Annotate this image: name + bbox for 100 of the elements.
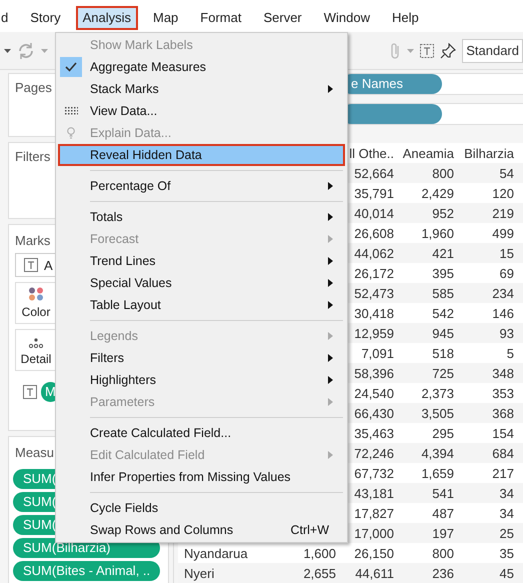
table-cell: 44,062 bbox=[354, 246, 394, 260]
menu-item[interactable]: Create Calculated Field... bbox=[58, 422, 345, 444]
table-cell: 72,246 bbox=[354, 446, 394, 460]
table-cell: 30,418 bbox=[354, 306, 394, 320]
table-cell: 24,540 bbox=[354, 386, 394, 400]
caret-icon[interactable] bbox=[4, 48, 11, 52]
table-cell: 52,664 bbox=[354, 166, 394, 180]
submenu-arrow-icon bbox=[328, 451, 333, 459]
color-dots-icon bbox=[28, 287, 44, 301]
table-cell: 26,172 bbox=[354, 266, 394, 280]
submenu-arrow-icon bbox=[328, 235, 333, 243]
table-cell: 395 bbox=[432, 266, 454, 280]
table-cell: 518 bbox=[432, 346, 454, 360]
table-cell: 3,505 bbox=[421, 406, 454, 420]
table-cell: 12,959 bbox=[354, 326, 394, 340]
refresh-icon[interactable] bbox=[17, 42, 35, 60]
table-cell: 58,396 bbox=[354, 366, 394, 380]
table-cell: 154 bbox=[492, 426, 514, 440]
submenu-arrow-icon bbox=[328, 301, 333, 309]
table-cell: 487 bbox=[432, 506, 454, 520]
menu-item[interactable]: Totals bbox=[58, 206, 345, 228]
column-header: ll Othe.. bbox=[348, 146, 394, 160]
table-cell: 44,611 bbox=[355, 566, 394, 580]
menu-item[interactable]: Filters bbox=[58, 347, 345, 369]
table-cell: 34 bbox=[500, 506, 514, 520]
table-cell: 4,394 bbox=[421, 446, 454, 460]
text-icon[interactable] bbox=[23, 385, 37, 399]
table-cell: 236 bbox=[432, 566, 454, 580]
submenu-arrow-icon bbox=[328, 213, 333, 221]
table-cell: 368 bbox=[492, 406, 514, 420]
menu-item[interactable]: Trend Lines bbox=[58, 250, 345, 272]
menu-bar-item[interactable]: Analysis bbox=[76, 6, 138, 30]
menu-bar-item[interactable]: Server bbox=[256, 6, 309, 30]
menu-bar-item[interactable]: d bbox=[0, 6, 16, 30]
table-cell: 348 bbox=[492, 366, 514, 380]
card-title: Measu bbox=[14, 445, 54, 460]
table-cell: 952 bbox=[432, 206, 454, 220]
menu-item[interactable]: Reveal Hidden Data bbox=[58, 144, 345, 166]
table-cell: 26,608 bbox=[354, 226, 394, 240]
table-cell: 69 bbox=[500, 266, 514, 280]
table-cell: 146 bbox=[492, 306, 514, 320]
table-cell: 93 bbox=[500, 326, 514, 340]
menu-bar-item[interactable]: Map bbox=[146, 6, 186, 30]
menu-bar-item[interactable]: Help bbox=[385, 6, 426, 30]
text-icon[interactable] bbox=[24, 258, 38, 272]
menu-item[interactable]: Swap Rows and Columns Ctrl+W bbox=[58, 519, 345, 541]
table-cell: 1,659 bbox=[421, 466, 454, 480]
table-cell: 800 bbox=[432, 546, 454, 560]
table-cell: 542 bbox=[432, 306, 454, 320]
table-cell: 421 bbox=[432, 246, 454, 260]
menu-bar-item[interactable]: Window bbox=[316, 6, 378, 30]
lightbulb-icon bbox=[67, 127, 75, 139]
table-cell: 295 bbox=[432, 426, 454, 440]
card-title: Pages bbox=[15, 80, 52, 95]
pin-icon[interactable] bbox=[440, 42, 456, 58]
table-cell: 2,429 bbox=[421, 186, 454, 200]
menu-bar-item[interactable]: Format bbox=[193, 6, 248, 30]
shortcut-text: Ctrl+W bbox=[290, 523, 329, 537]
submenu-arrow-icon bbox=[328, 354, 333, 362]
table-cell: 2,373 bbox=[421, 386, 454, 400]
row-header: Nyandarua bbox=[184, 546, 248, 560]
text-icon[interactable] bbox=[420, 44, 434, 58]
menu-item[interactable]: Cycle Fields bbox=[58, 497, 345, 519]
table-cell: 25 bbox=[500, 526, 514, 540]
submenu-arrow-icon bbox=[328, 398, 333, 406]
table-cell: 40,014 bbox=[354, 206, 394, 220]
menu-bar-item[interactable]: Story bbox=[23, 6, 68, 30]
table-cell: 2,655 bbox=[303, 566, 336, 580]
table-cell: 725 bbox=[432, 366, 454, 380]
menu-item[interactable]: View Data... bbox=[58, 100, 345, 122]
menu-item[interactable]: Special Values bbox=[58, 272, 345, 294]
view-size-dropdown[interactable]: Standard bbox=[462, 38, 523, 62]
column-header: Bilharzia bbox=[463, 146, 514, 160]
table-cell: 35 bbox=[500, 546, 514, 560]
table-cell: 7,091 bbox=[361, 346, 394, 360]
table-cell: 43,181 bbox=[354, 486, 394, 500]
table-cell: 585 bbox=[432, 286, 454, 300]
row-header: Nyeri bbox=[184, 566, 214, 580]
paperclip-icon[interactable] bbox=[389, 42, 402, 60]
menu-item[interactable]: Percentage Of bbox=[58, 175, 345, 197]
table-cell: 52,473 bbox=[354, 286, 394, 300]
table-cell: 15 bbox=[500, 246, 514, 260]
submenu-arrow-icon bbox=[328, 376, 333, 384]
menu-item[interactable]: Infer Properties from Missing Values bbox=[58, 466, 345, 488]
submenu-arrow-icon bbox=[328, 182, 333, 190]
table-cell: 800 bbox=[432, 166, 454, 180]
submenu-arrow-icon bbox=[328, 332, 333, 340]
table-cell: 54 bbox=[500, 166, 514, 180]
detail-dots-icon bbox=[29, 338, 43, 348]
grid-icon bbox=[64, 106, 78, 116]
table-cell: 219 bbox=[492, 206, 514, 220]
table-cell: 66,430 bbox=[354, 406, 394, 420]
menu-item[interactable]: Table Layout bbox=[58, 294, 345, 316]
table-cell: 353 bbox=[492, 386, 514, 400]
submenu-arrow-icon bbox=[328, 257, 333, 265]
submenu-arrow-icon bbox=[328, 279, 333, 287]
menu-item[interactable]: Highlighters bbox=[58, 369, 345, 391]
table-cell: 35,791 bbox=[354, 186, 394, 200]
submenu-arrow-icon bbox=[328, 85, 333, 93]
table-cell: 35,463 bbox=[354, 426, 394, 440]
